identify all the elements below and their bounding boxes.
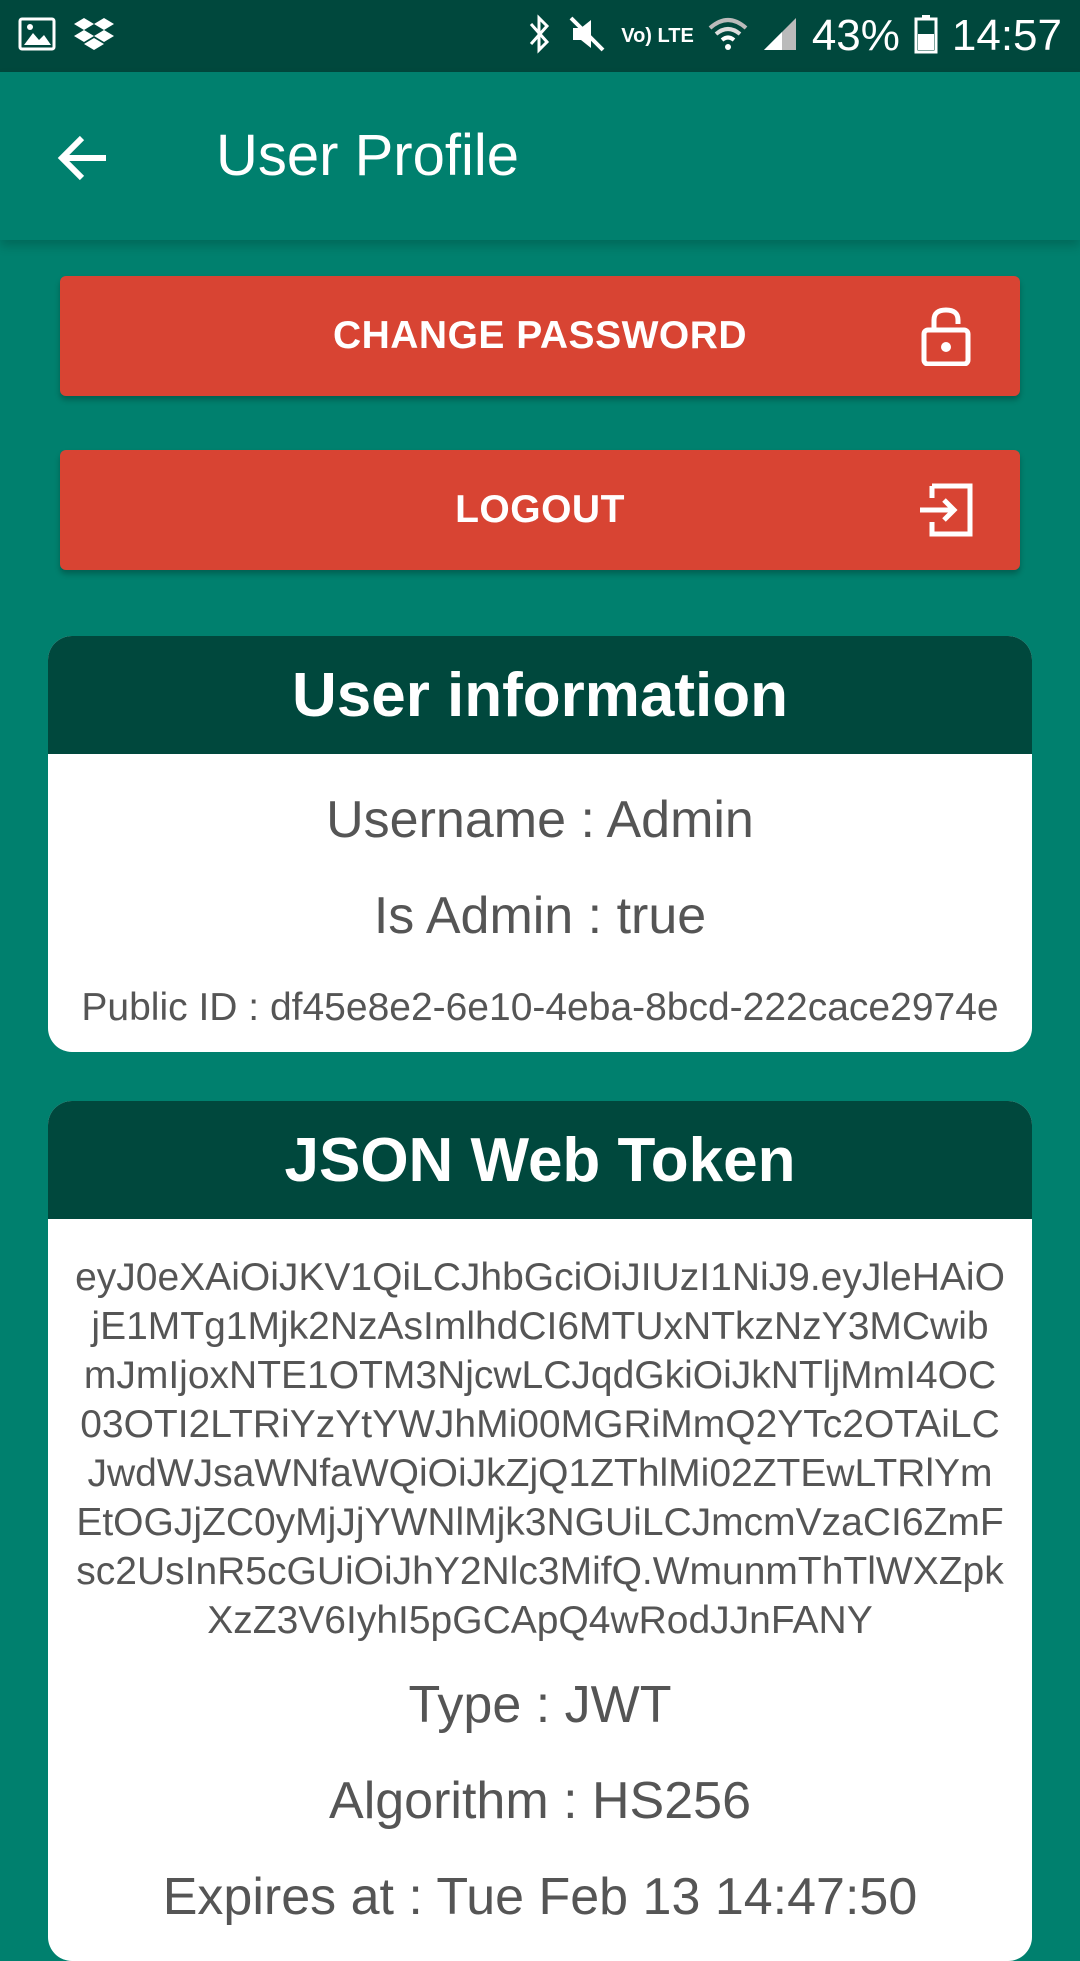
jwt-card: JSON Web Token eyJ0eXAiOiJKV1QiLCJhbGciO… — [48, 1101, 1032, 1961]
token-expires-text: Expires at : Tue Feb 13 14:47:50 — [162, 1868, 918, 1926]
token-line: mJmIjoxNTE1OTM3NjcwLCJqdGkiOiJkNTljMmI4O… — [83, 1354, 997, 1397]
mute-icon — [567, 14, 607, 59]
status-bar: Vo) LTE 43% 14:57 — [0, 0, 1080, 72]
image-notification-icon — [18, 17, 56, 56]
battery-icon — [914, 14, 938, 59]
public-id-text: Public ID : df45e8e2-6e10-4eba-8bcd-222c… — [81, 986, 999, 1029]
status-bar-notifications — [18, 16, 114, 57]
token-algorithm-text: Algorithm : HS256 — [329, 1772, 751, 1830]
is-admin-text: Is Admin : true — [373, 887, 707, 945]
bluetooth-icon — [527, 13, 553, 59]
signal-icon — [762, 16, 798, 57]
token-type-text: Type : JWT — [408, 1676, 672, 1734]
logout-button[interactable]: LOGOUT — [60, 450, 1020, 570]
token-line: jE1MTg1Mjk2NzAsImlhdCI6MTUxNTkzNzY3MCwib — [91, 1305, 989, 1348]
token-line: 03OTI2LTRiYzYtYWJhMi00MGRiMmQ2YTc2OTAiLC — [80, 1403, 1000, 1446]
username-text: Username : Admin — [326, 791, 754, 849]
volte-icon: Vo) LTE — [621, 25, 694, 47]
status-bar-system: Vo) LTE 43% 14:57 — [527, 11, 1062, 61]
jwt-token-text: eyJ0eXAiOiJKV1QiLCJhbGciOiJIUzI1NiJ9.eyJ… — [48, 1253, 1032, 1645]
wifi-icon — [708, 16, 748, 57]
lock-open-icon — [921, 307, 971, 366]
battery-percent: 43% — [811, 11, 900, 60]
token-line: eyJ0eXAiOiJKV1QiLCJhbGciOiJIUzI1NiJ9.eyJ… — [75, 1256, 1005, 1299]
back-button[interactable] — [56, 130, 112, 186]
app-bar: User Profile — [0, 72, 1080, 240]
jwt-title: JSON Web Token — [48, 1101, 1032, 1219]
dropbox-icon — [74, 16, 114, 57]
arrow-left-icon — [57, 135, 106, 181]
change-password-label: CHANGE PASSWORD — [332, 314, 748, 357]
change-password-button[interactable]: CHANGE PASSWORD — [60, 276, 1020, 396]
token-line: EtOGJjZC0yMjJjYWNlMjk3NGUiLCJmcmVzaCI6Zm… — [76, 1501, 1004, 1544]
token-line: sc2UsInR5cGUiOiJhY2Nlc3MifQ.WmunmThTlWXZ… — [76, 1550, 1004, 1593]
clock: 14:57 — [951, 11, 1062, 60]
logout-icon — [920, 483, 973, 537]
user-info-card: User information Username : Admin Is Adm… — [48, 636, 1032, 1052]
token-line: JwdWJsaWNfaWQiOiJkZjQ1ZThlMi02ZTEwLTRlYm — [87, 1452, 993, 1495]
page-title: User Profile — [216, 123, 519, 188]
logout-label: LOGOUT — [455, 488, 625, 531]
user-info-title: User information — [48, 636, 1032, 754]
token-line: XzZ3V6IyhI5pGCApQ4wRodJJnFANY — [207, 1599, 873, 1642]
